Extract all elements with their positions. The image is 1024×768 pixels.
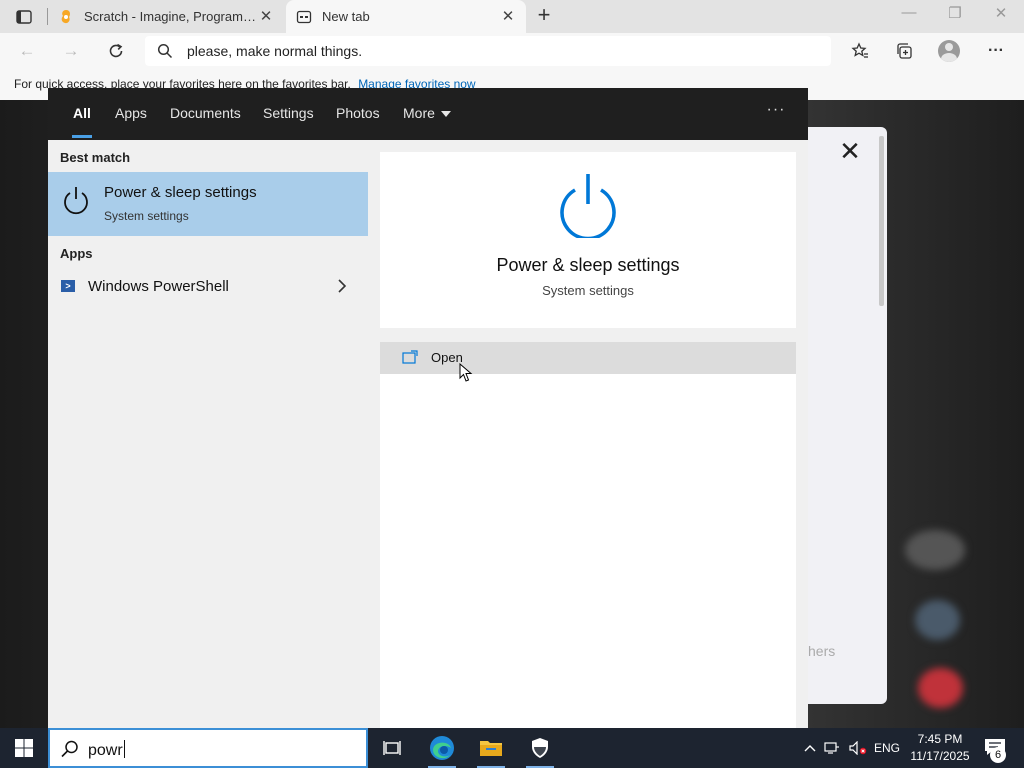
tab-documents[interactable]: Documents (157, 88, 254, 140)
network-icon[interactable] (822, 728, 842, 768)
clock-time: 7:45 PM (917, 732, 963, 746)
forward-icon[interactable]: → (58, 39, 84, 63)
background-blob (905, 530, 965, 570)
task-view-button[interactable] (368, 728, 416, 768)
tab-new-tab[interactable]: New tab ✕ (286, 0, 526, 33)
task-view-icon (383, 741, 401, 755)
taskbar-search-input[interactable]: powr (48, 728, 368, 768)
tab-all[interactable]: All (60, 88, 104, 140)
background-blob (915, 600, 960, 640)
power-icon (64, 187, 88, 215)
taskbar: powr ENG 7:45 PM 11/17/2025 6 (0, 728, 1024, 768)
tab-apps[interactable]: Apps (102, 88, 160, 140)
tab-actions-icon[interactable] (10, 6, 38, 28)
security-icon (532, 738, 548, 758)
refresh-icon[interactable] (103, 39, 129, 63)
best-match-result[interactable]: Power & sleep settings System settings (48, 172, 368, 236)
divider (380, 328, 796, 342)
background-scrollbar (879, 136, 884, 306)
search-icon (157, 43, 173, 59)
mouse-cursor-icon (459, 363, 473, 382)
search-icon (61, 740, 78, 758)
chevron-right-icon[interactable] (336, 277, 348, 295)
input-language[interactable]: ENG (872, 728, 902, 768)
notification-count-badge: 6 (990, 747, 1006, 763)
edge-taskbar-button[interactable] (418, 728, 466, 768)
chevron-down-icon (440, 111, 451, 118)
text-caret (123, 740, 125, 758)
search-filter-tabs: All Apps Documents Settings Photos More … (48, 88, 808, 140)
powershell-icon: > (61, 280, 75, 292)
best-match-title: Power & sleep settings (104, 184, 257, 201)
minimize-icon[interactable]: — (893, 4, 925, 26)
browser-tab-bar: Scratch - Imagine, Program, Share ✕ New … (0, 0, 1024, 33)
search-flyout: All Apps Documents Settings Photos More … (48, 88, 808, 728)
close-tab-icon[interactable]: ✕ (258, 8, 274, 25)
search-results-list: Best match Power & sleep settings System… (48, 140, 368, 728)
address-bar[interactable]: please, make normal things. (145, 36, 831, 66)
result-detail-pane: Power & sleep settings System settings O… (380, 152, 796, 728)
windows-logo-icon (15, 739, 33, 757)
collections-icon[interactable] (893, 39, 917, 63)
best-match-heading: Best match (60, 150, 131, 165)
apps-heading: Apps (60, 246, 93, 261)
security-taskbar-button[interactable] (516, 728, 564, 768)
detail-title: Power & sleep settings (496, 255, 680, 275)
edge-icon (430, 736, 454, 760)
app-result-powershell[interactable]: > Windows PowerShell (48, 272, 368, 304)
more-options-icon[interactable]: ··· (764, 100, 788, 124)
tab-title: New tab (322, 9, 370, 24)
new-tab-page-icon (296, 10, 312, 23)
new-tab-button[interactable]: + (532, 4, 556, 27)
detail-subtitle: System settings (542, 283, 634, 298)
volume-muted-icon[interactable] (846, 728, 870, 768)
search-query: powr (88, 740, 125, 759)
file-explorer-taskbar-button[interactable] (467, 728, 515, 768)
tab-title: Scratch - Imagine, Program, Share (84, 9, 258, 24)
show-hidden-icons-icon[interactable] (800, 728, 820, 768)
scratch-favicon-icon (61, 9, 70, 23)
close-window-icon[interactable]: ✕ (985, 4, 1017, 26)
clock-date: 11/17/2025 (910, 749, 970, 763)
back-icon[interactable]: ← (14, 39, 40, 63)
tab-more[interactable]: More (390, 88, 464, 140)
open-window-icon (402, 350, 418, 364)
restore-icon[interactable]: ❐ (939, 4, 971, 26)
favorites-icon[interactable] (848, 39, 872, 63)
open-action[interactable]: Open (380, 342, 796, 374)
app-label: Windows PowerShell (88, 278, 229, 295)
profile-avatar[interactable] (938, 40, 960, 62)
settings-more-icon[interactable]: ··· (984, 39, 1008, 63)
address-text: please, make normal things. (187, 43, 363, 59)
close-tab-icon[interactable]: ✕ (500, 8, 516, 25)
background-close-icon[interactable]: ✕ (838, 138, 862, 164)
tab-scratch[interactable]: Scratch - Imagine, Program, Share ✕ (48, 0, 284, 33)
tab-photos[interactable]: Photos (323, 88, 393, 140)
background-blob (918, 668, 963, 708)
start-button[interactable] (0, 728, 48, 768)
best-match-subtitle: System settings (104, 209, 189, 223)
file-explorer-icon (480, 741, 502, 756)
power-icon (560, 174, 616, 238)
detail-header: Power & sleep settings System settings (380, 152, 796, 328)
background-text: hers (808, 643, 836, 659)
tab-settings[interactable]: Settings (250, 88, 327, 140)
system-clock[interactable]: 7:45 PM 11/17/2025 (900, 731, 980, 765)
browser-nav-bar: ← → please, make normal things. ··· (0, 33, 1024, 70)
background-dialog (808, 127, 887, 704)
